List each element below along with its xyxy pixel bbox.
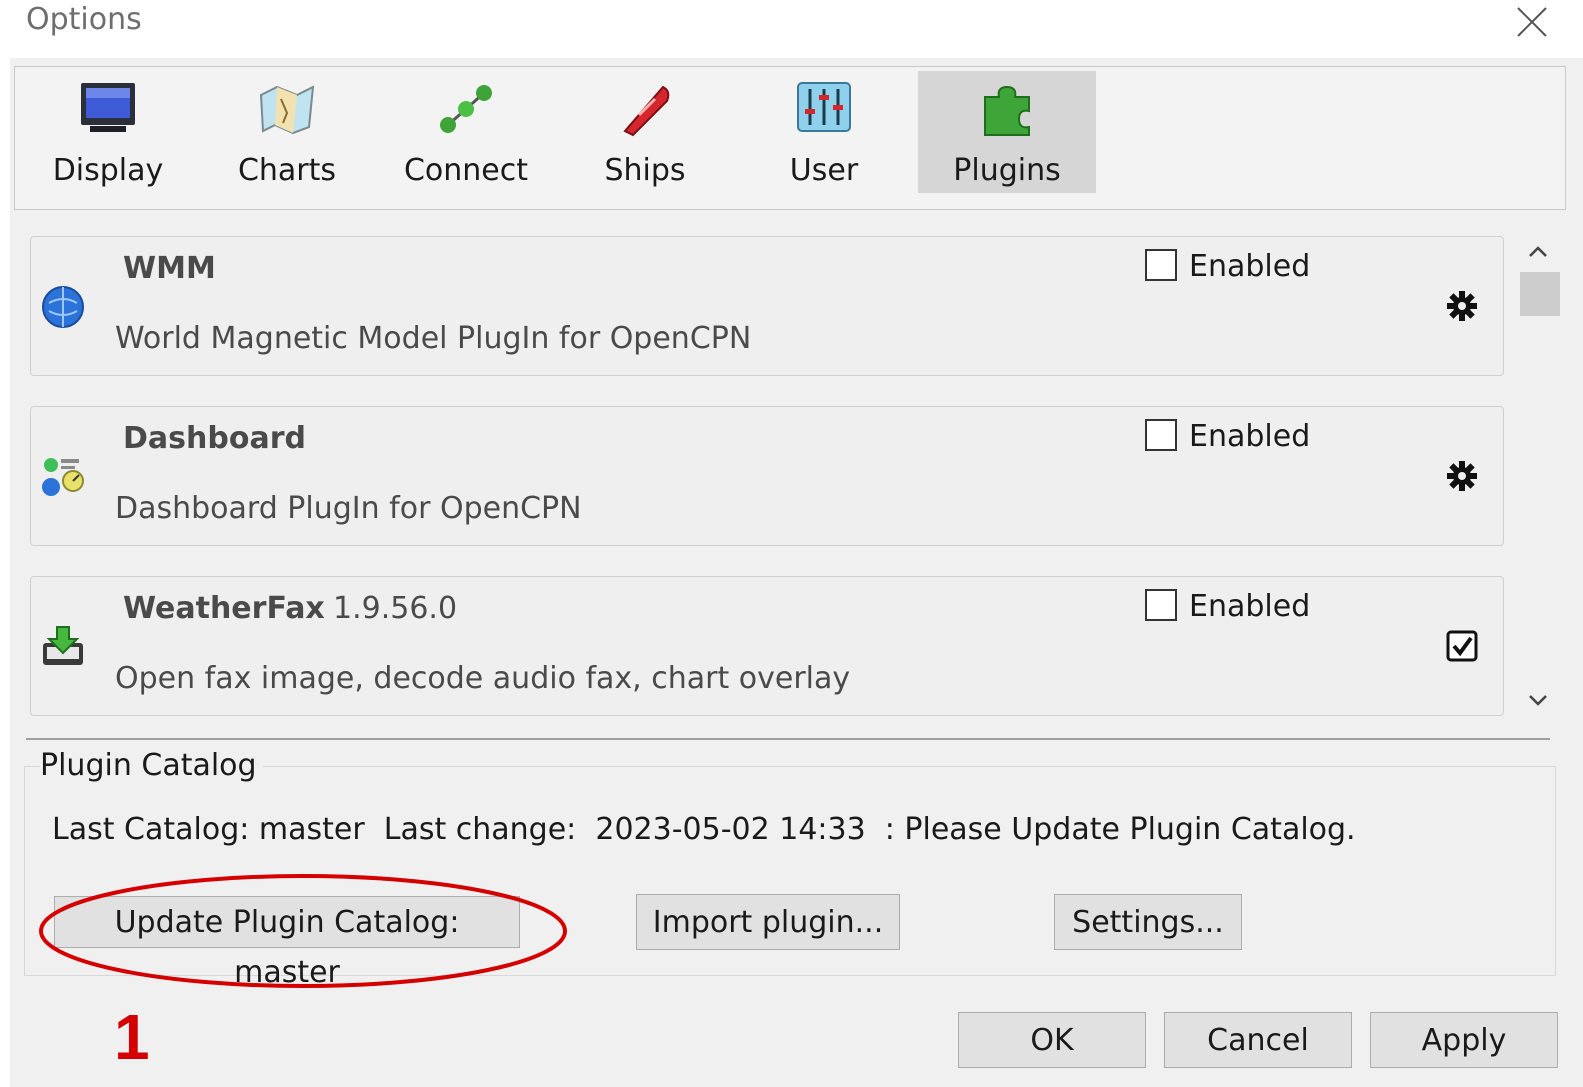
globe-icon [42, 286, 84, 328]
enabled-label: Enabled [1189, 419, 1311, 454]
tab-connect[interactable]: Connect [377, 71, 555, 193]
gear-icon[interactable] [1445, 289, 1479, 323]
tab-charts[interactable]: Charts [198, 71, 376, 193]
enabled-checkbox[interactable] [1145, 589, 1177, 621]
close-icon[interactable] [1512, 2, 1552, 42]
enabled-label: Enabled [1189, 249, 1311, 284]
connection-nodes-icon [440, 85, 492, 133]
highlight-ellipse [39, 874, 567, 988]
scrollbar-thumb[interactable] [1520, 272, 1560, 316]
catalog-status-text: Last Catalog: master Last change: 2023-0… [52, 812, 1356, 847]
plugin-list-scrollbar[interactable] [1516, 230, 1560, 720]
options-tab-bar: Display Charts Connect Ships User Plugin… [14, 66, 1566, 210]
tab-display-label: Display [52, 153, 164, 188]
sliders-icon [797, 82, 851, 132]
checked-box-icon[interactable] [1445, 629, 1479, 663]
enabled-checkbox[interactable] [1145, 249, 1177, 281]
chart-map-icon [259, 85, 315, 135]
puzzle-piece-icon [984, 85, 1030, 136]
tab-connect-label: Connect [403, 153, 529, 188]
chevron-down-icon[interactable] [1524, 686, 1552, 714]
ok-button[interactable]: OK [958, 1012, 1146, 1068]
plugin-name: WeatherFax [123, 591, 325, 626]
tab-ships-label: Ships [604, 153, 686, 188]
catalog-settings-button[interactable]: Settings... [1054, 894, 1242, 950]
plugin-description: World Magnetic Model PlugIn for OpenCPN [115, 321, 752, 356]
apply-button[interactable]: Apply [1370, 1012, 1558, 1068]
monitor-icon [81, 83, 135, 132]
tab-user[interactable]: User [735, 71, 913, 193]
step-number: 1 [114, 1001, 150, 1073]
tab-plugins[interactable]: Plugins [918, 71, 1096, 193]
ship-icon [623, 85, 670, 137]
download-tray-icon [43, 626, 83, 665]
enabled-label: Enabled [1189, 589, 1311, 624]
tab-user-label: User [789, 153, 859, 188]
dashboard-icon [42, 458, 84, 496]
tab-display[interactable]: Display [19, 71, 197, 193]
tab-charts-label: Charts [237, 153, 337, 188]
plugin-description: Dashboard PlugIn for OpenCPN [115, 491, 582, 526]
gear-icon[interactable] [1445, 459, 1479, 493]
plugin-name: Dashboard [123, 421, 306, 456]
plugin-list: WMM World Magnetic Model PlugIn for Open… [14, 222, 1514, 730]
cancel-button[interactable]: Cancel [1164, 1012, 1352, 1068]
plugin-card-dashboard[interactable]: Dashboard Dashboard PlugIn for OpenCPN E… [30, 406, 1504, 546]
plugin-name: WMM [123, 251, 216, 286]
plugin-description: Open fax image, decode audio fax, chart … [115, 661, 851, 696]
divider [26, 738, 1550, 740]
plugin-version: 1.9.56.0 [333, 591, 458, 626]
tab-plugins-label: Plugins [953, 153, 1061, 188]
plugin-card-wmm[interactable]: WMM World Magnetic Model PlugIn for Open… [30, 236, 1504, 376]
enabled-checkbox[interactable] [1145, 419, 1177, 451]
chevron-up-icon[interactable] [1524, 238, 1552, 266]
window-title: Options [26, 2, 142, 37]
tab-ships[interactable]: Ships [556, 71, 734, 193]
plugin-catalog-title: Plugin Catalog [40, 748, 263, 783]
plugin-card-weatherfax[interactable]: WeatherFax 1.9.56.0 Open fax image, deco… [30, 576, 1504, 716]
import-plugin-button[interactable]: Import plugin... [636, 894, 900, 950]
